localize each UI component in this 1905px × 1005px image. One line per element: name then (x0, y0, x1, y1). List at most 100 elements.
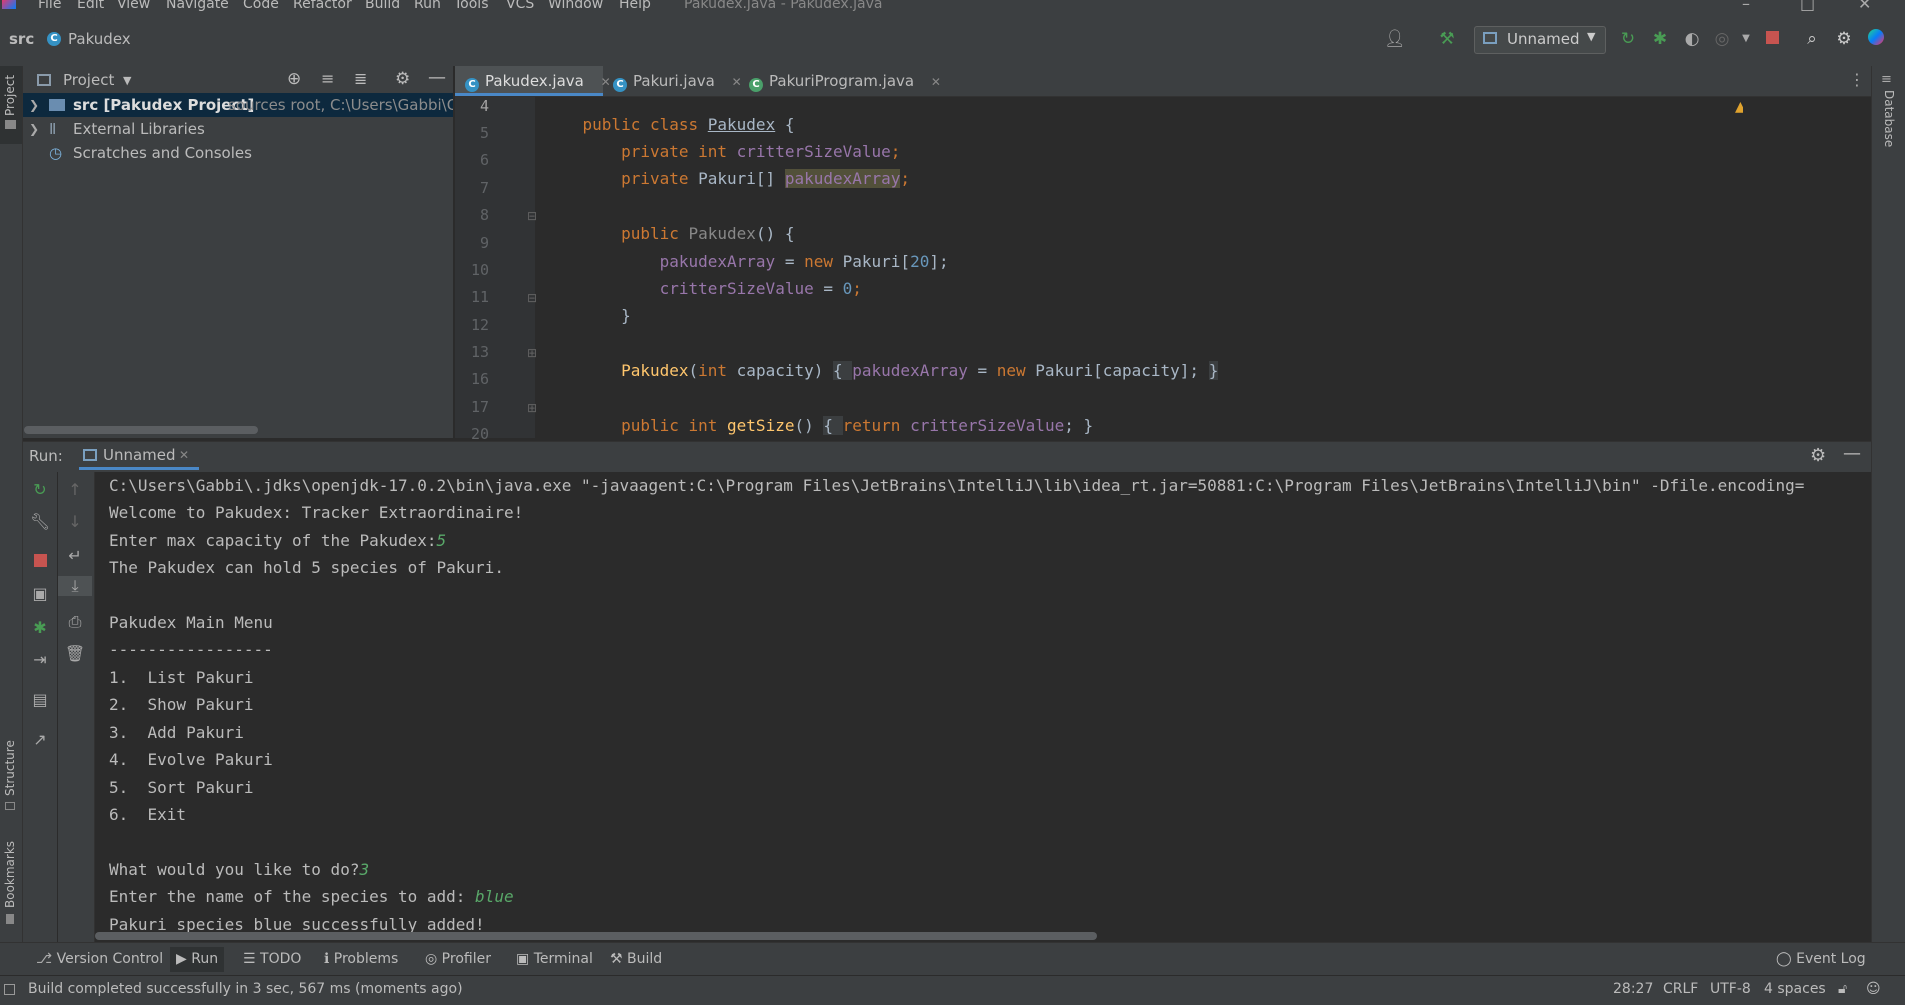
chevron-right-icon: ❯ (29, 98, 40, 112)
minimize-icon[interactable]: – (1742, 0, 1750, 13)
tab-pakudex-java[interactable]: C Pakudex.java ✕ (455, 66, 611, 96)
maximize-icon[interactable]: □ (1800, 0, 1815, 13)
close-tab-icon[interactable]: ✕ (179, 448, 189, 462)
navigation-bar: src C Pakudex 👤︎ ⚒ Unnamed ▼ ↻ ✱ ◐ ◎ ▼ ⌕… (0, 14, 1905, 67)
panel-settings-gear-icon[interactable]: ⚙ (395, 69, 410, 89)
project-horizontal-scrollbar[interactable] (24, 426, 258, 434)
debug-bug-icon[interactable]: ✱ (1650, 29, 1670, 49)
print-icon[interactable]: ⎙ (58, 612, 92, 632)
line-separator[interactable]: CRLF (1663, 981, 1698, 997)
indent-setting[interactable]: 4 spaces (1764, 981, 1826, 997)
stop-icon[interactable] (1762, 29, 1782, 49)
rerun-icon[interactable]: ↻ (23, 480, 57, 499)
left-tool-stripe: Project Structure Bookmarks (0, 66, 23, 942)
console-icon (83, 449, 97, 461)
breadcrumb-root[interactable]: src (9, 30, 34, 48)
menu-edit[interactable]: Edit (77, 0, 104, 12)
debug-bug-icon[interactable]: ✱ (23, 618, 57, 637)
more-tabs-icon[interactable]: ⋮ (1849, 70, 1865, 89)
structure-stripe-button[interactable]: Structure (0, 736, 22, 816)
menu-navigate[interactable]: Navigate (166, 0, 229, 12)
up-arrow-icon[interactable]: ↑ (58, 480, 92, 499)
code-editor[interactable]: public class Pakudex { private int critt… (536, 97, 1743, 438)
line-number: 6 (479, 151, 489, 169)
branch-icon: ⎇ (36, 951, 53, 967)
code-token: new (996, 361, 1036, 380)
stop-icon[interactable] (23, 552, 57, 571)
tool-terminal[interactable]: ▣ Terminal (516, 951, 593, 967)
tab-pakuriprogram-java[interactable]: C PakuriProgram.java ✕ (741, 66, 941, 96)
hide-run-panel-icon[interactable]: — (1843, 443, 1861, 464)
tree-item-external-libraries[interactable]: ❯ Ⅱ External Libraries (23, 117, 453, 141)
build-hammer-icon[interactable]: ⚒ (1437, 29, 1457, 49)
project-view-title[interactable]: Project (63, 71, 114, 89)
class-icon: C (749, 78, 763, 92)
coverage-icon[interactable]: ◐ (1682, 29, 1702, 49)
run-tab-unnamed[interactable]: Unnamed ✕ (79, 442, 199, 470)
hide-panel-icon[interactable]: — (428, 67, 446, 88)
project-stripe-button[interactable]: Project (0, 66, 22, 144)
menu-build[interactable]: Build (365, 0, 400, 12)
menu-window[interactable]: Window (548, 0, 603, 12)
expand-all-icon[interactable]: ≡ (321, 69, 334, 88)
tool-profiler[interactable]: ◎ Profiler (425, 951, 491, 967)
project-view-chevron-icon[interactable]: ▼ (123, 74, 131, 87)
menu-help[interactable]: Help (619, 0, 651, 12)
more-run-chevron-icon[interactable]: ▼ (1736, 29, 1756, 49)
rerun-icon[interactable]: ↻ (1618, 29, 1638, 49)
settings-gear-icon[interactable]: ⚙ (1834, 29, 1854, 49)
run-play-icon: ▶ (176, 951, 187, 967)
exit-icon[interactable]: ⇥ (23, 650, 57, 669)
tree-item-src[interactable]: ❯ src [Pakudex Project] sources root, C:… (23, 93, 453, 117)
menu-vcs[interactable]: VCS (506, 0, 534, 12)
close-window-icon[interactable]: ✕ (1858, 0, 1871, 13)
database-stripe-button[interactable]: ≡ Database (1878, 68, 1900, 158)
tool-version-control[interactable]: ⎇ Version Control (36, 951, 163, 967)
caret-position[interactable]: 28:27 (1613, 981, 1653, 997)
bookmarks-stripe-button[interactable]: Bookmarks (0, 836, 22, 936)
run-settings-gear-icon[interactable]: ⚙ (1810, 445, 1826, 466)
soft-wrap-icon[interactable]: ↵ (58, 546, 92, 565)
scroll-to-end-icon[interactable]: ⤓ (58, 576, 92, 596)
console-user-input: 5 (436, 531, 447, 550)
file-encoding[interactable]: UTF-8 (1710, 981, 1751, 997)
user-icon[interactable]: 👤︎ (1384, 29, 1406, 49)
close-tab-icon[interactable]: ✕ (931, 75, 941, 89)
tab-pakuri-java[interactable]: C Pakuri.java ✕ (605, 66, 742, 96)
profiler-run-icon[interactable]: ◎ (1712, 29, 1732, 49)
layout-icon[interactable]: ▤ (23, 690, 57, 709)
search-icon[interactable]: ⌕ (1802, 29, 1822, 49)
status-message[interactable]: Build completed successfully in 3 sec, 5… (28, 981, 463, 997)
tool-build[interactable]: ⚒ Build (610, 951, 662, 967)
collapse-all-icon[interactable]: ≣ (354, 69, 367, 88)
locate-target-icon[interactable]: ⊕ (287, 69, 301, 89)
down-arrow-icon[interactable]: ↓ (58, 512, 92, 531)
jetbrains-logo-icon[interactable] (1866, 29, 1886, 49)
run-configuration-select[interactable]: Unnamed ▼ (1474, 26, 1606, 54)
dump-threads-camera-icon[interactable]: ▣ (23, 584, 57, 603)
inspection-widget[interactable]: ▲ 2 ✔ 11 ⌃ ⌄ (1735, 99, 1743, 121)
console-horizontal-scrollbar[interactable] (95, 932, 1097, 940)
menu-refactor[interactable]: Refactor (293, 0, 352, 12)
event-log-button[interactable]: ◯ Event Log (1776, 951, 1866, 967)
menu-file[interactable]: File (38, 0, 61, 12)
clear-trash-icon[interactable]: 🗑︎ (58, 644, 92, 663)
lock-icon[interactable]: 🔓︎ (1838, 981, 1847, 997)
tool-problems[interactable]: ℹ Problems (324, 951, 398, 967)
bookmarks-stripe-label: Bookmarks (3, 840, 17, 908)
breadcrumb-file[interactable]: Pakudex (68, 30, 131, 48)
modify-run-config-icon[interactable]: 🔧︎ (23, 512, 57, 531)
menu-view[interactable]: View (117, 0, 150, 12)
menu-tools[interactable]: Tools (454, 0, 489, 12)
menu-code[interactable]: Code (243, 0, 279, 12)
console-menu-item: 2. Show Pakuri (109, 695, 254, 714)
code-token: critterSizeValue (910, 416, 1065, 435)
status-toggle-icon[interactable] (4, 984, 15, 995)
tree-item-scratches[interactable]: ◷ Scratches and Consoles (23, 141, 453, 165)
run-console[interactable]: C:\Users\Gabbi\.jdks\openjdk-17.0.2\bin\… (95, 472, 1855, 942)
pin-tab-icon[interactable]: ↗ (23, 730, 57, 749)
inspector-icon[interactable]: ☺ (1866, 981, 1881, 997)
tool-run[interactable]: ▶ Run (170, 947, 225, 972)
tool-todo[interactable]: ☰ TODO (243, 951, 301, 967)
menu-run[interactable]: Run (414, 0, 441, 12)
